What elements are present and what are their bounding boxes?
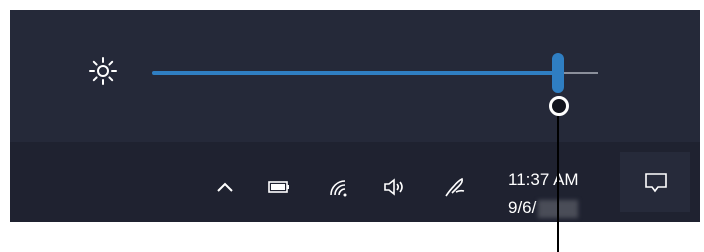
brightness-slider-track[interactable] (557, 72, 598, 74)
callout-marker (548, 96, 569, 116)
volume-icon[interactable] (382, 176, 408, 198)
wifi-icon[interactable] (326, 176, 352, 198)
brightness-slider-thumb[interactable] (551, 53, 564, 93)
show-hidden-icons-chevron-icon[interactable] (212, 176, 238, 198)
taskbar: 11:37 AM 9/6/ (10, 142, 700, 222)
battery-icon[interactable] (266, 176, 292, 198)
clock-time: 11:37 AM (508, 170, 579, 189)
callout-line (556, 100, 559, 252)
action-center-button[interactable] (620, 152, 690, 212)
system-clock[interactable]: 11:37 AM 9/6/ (508, 166, 579, 222)
action-center-notification-icon (645, 173, 667, 193)
clock-date: 9/6/ (508, 198, 537, 217)
pen-ink-workspace-icon[interactable] (442, 176, 468, 198)
brightness-slider-fill (152, 71, 558, 75)
brightness-sun-icon (88, 56, 118, 86)
screen-area: 11:37 AM 9/6/ (10, 10, 700, 222)
brightness-flyout (10, 10, 700, 142)
